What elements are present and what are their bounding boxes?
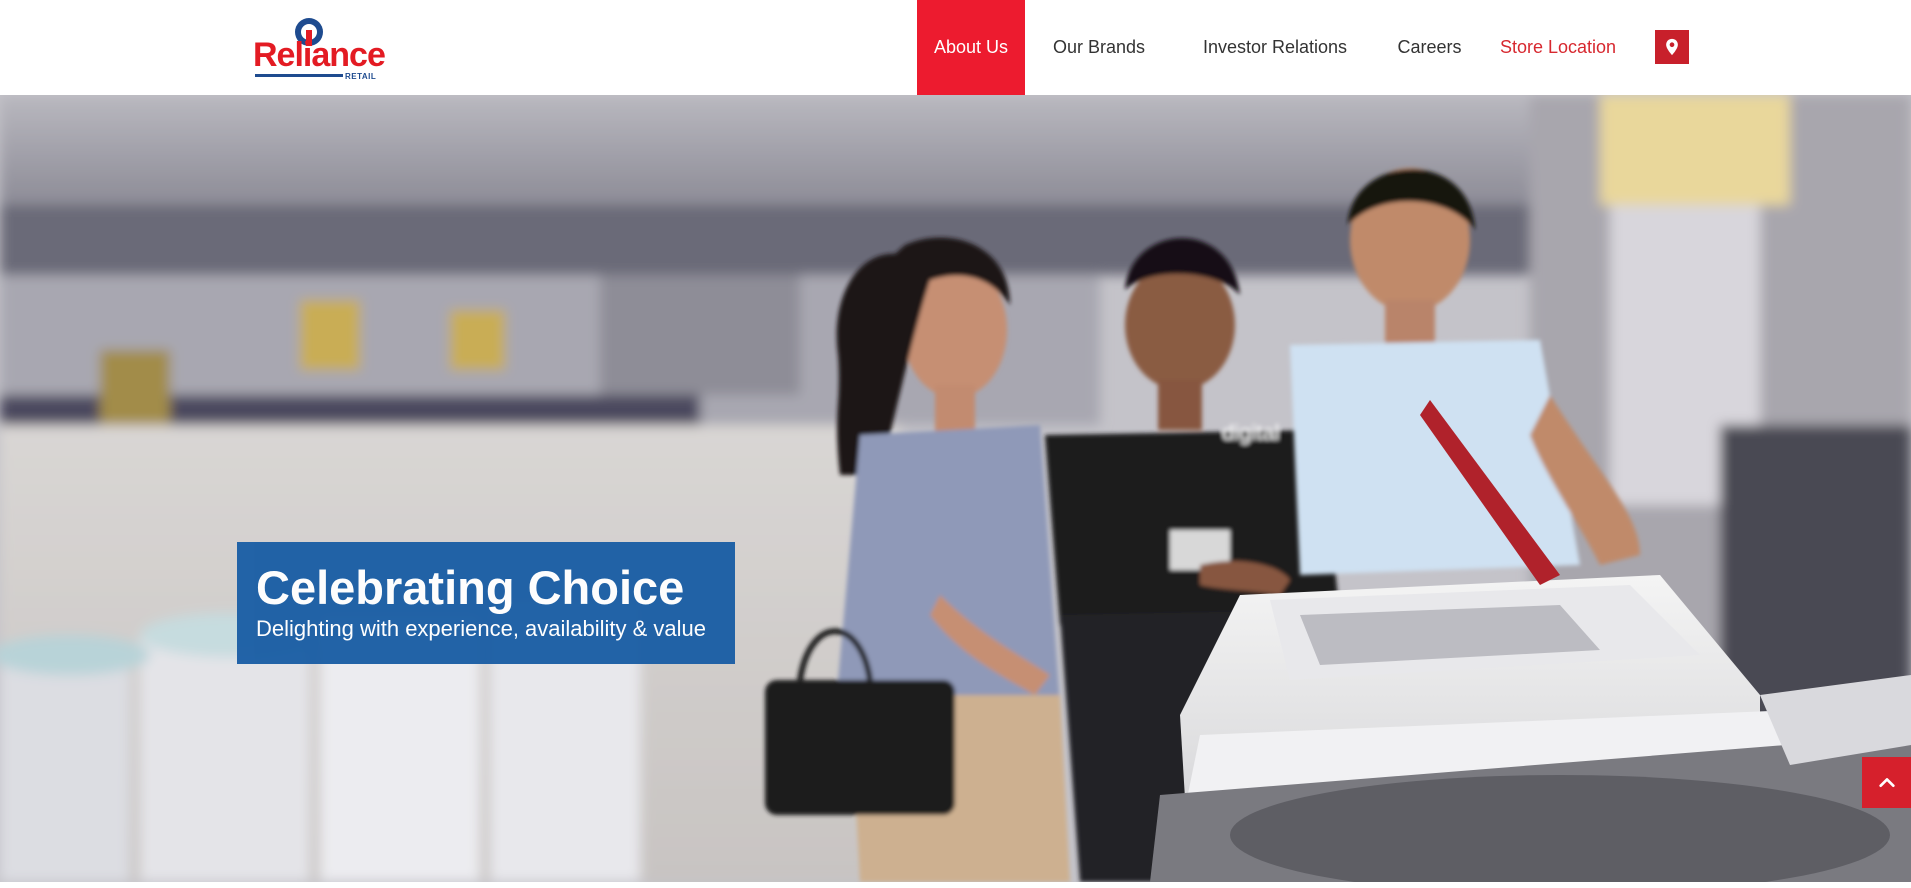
staff-shirt-logo: digital — [1222, 420, 1279, 445]
logo-underline — [255, 74, 343, 77]
site-header: Reliance RETAIL About Us Our Brands Inve… — [0, 0, 1911, 95]
nav-store-location[interactable]: Store Location — [1482, 0, 1634, 95]
nav-our-brands[interactable]: Our Brands — [1025, 0, 1173, 95]
hero-photo: digital — [0, 95, 1911, 882]
logo-subtext: RETAIL — [345, 72, 377, 81]
chevron-up-icon — [1878, 777, 1895, 787]
nav-investor-relations[interactable]: Investor Relations — [1173, 0, 1377, 95]
hero-caption-box: Celebrating Choice Delighting with exper… — [237, 542, 735, 664]
nav-about-us[interactable]: About Us — [917, 0, 1025, 95]
store-location-button[interactable] — [1655, 30, 1689, 64]
hero-banner: digital Celebrating Choice Delighting wi… — [0, 95, 1911, 882]
logo-wordmark: Reliance — [253, 36, 386, 74]
back-to-top-button[interactable] — [1862, 757, 1911, 808]
page-bottom-strip — [0, 882, 1911, 888]
map-pin-icon — [1666, 38, 1678, 56]
hero-title: Celebrating Choice — [256, 561, 685, 614]
hero-subtitle: Delighting with experience, availability… — [256, 616, 707, 641]
reliance-retail-logo[interactable]: Reliance RETAIL — [253, 16, 386, 82]
nav-careers[interactable]: Careers — [1377, 0, 1482, 95]
main-nav: About Us Our Brands Investor Relations C… — [917, 0, 1634, 95]
